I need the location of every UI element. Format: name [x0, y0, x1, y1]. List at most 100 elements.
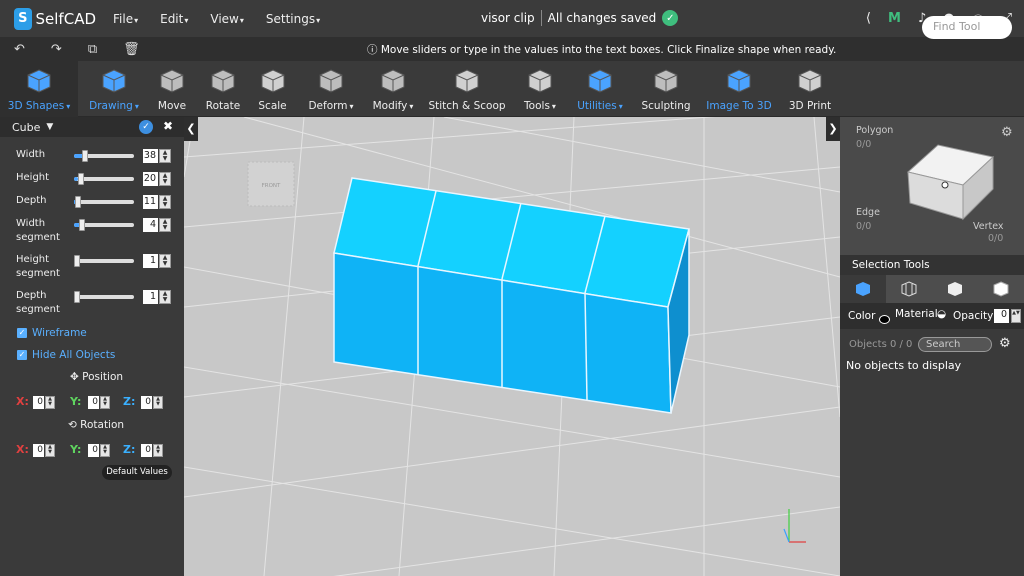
viewcube[interactable]: FRONT	[247, 161, 295, 207]
tool-image-to-3d[interactable]: Image To 3D	[697, 61, 781, 117]
gear-icon[interactable]: ⚙	[1001, 125, 1013, 140]
find-tool-input[interactable]: Find Tool	[922, 16, 1012, 39]
wireframe-checkbox[interactable]: ✓ Wireframe	[17, 327, 87, 339]
selfcad-logo[interactable]: S SelfCAD	[14, 7, 96, 30]
tool-sculpting[interactable]: Sculpting	[635, 61, 697, 117]
tool-tools[interactable]: Tools	[515, 61, 565, 117]
edge-label[interactable]: Edge	[856, 207, 880, 218]
menu-settings[interactable]: Settings	[255, 12, 331, 26]
collapse-left-panel-button[interactable]: ❮	[184, 117, 198, 141]
objects-gear-icon[interactable]: ⚙	[999, 336, 1011, 351]
param-slider[interactable]	[74, 291, 134, 303]
project-name[interactable]: visor clip	[481, 11, 535, 25]
param-slider[interactable]	[74, 219, 134, 231]
material-icon[interactable]: ◒	[937, 308, 946, 320]
cube-object[interactable]	[333, 177, 690, 414]
rotation-label: Rotation	[80, 419, 125, 431]
rotation-z-stepper[interactable]: ▲ ▼	[153, 444, 163, 457]
tool-3d-print[interactable]: 3D Print	[781, 61, 839, 117]
3d-viewport[interactable]: FRONT	[184, 117, 840, 576]
rotation-z-input[interactable]: 0	[141, 444, 152, 457]
param-slider[interactable]	[74, 150, 134, 162]
tab-solid-icon[interactable]	[932, 275, 978, 303]
slider-knob[interactable]	[74, 255, 80, 267]
param-value-input[interactable]: 1	[143, 254, 158, 268]
object-search-input[interactable]: Search	[918, 337, 992, 352]
color-swatch[interactable]	[879, 315, 890, 324]
tool-label: Drawing	[89, 100, 139, 112]
tool-label: Deform	[308, 100, 353, 112]
tool-deform[interactable]: Deform	[295, 61, 367, 117]
param-value-input[interactable]: 38	[143, 149, 158, 163]
position-y-input[interactable]: 0	[88, 396, 99, 409]
position-x-stepper[interactable]: ▲ ▼	[45, 396, 55, 409]
rotation-x-input[interactable]: 0	[33, 444, 44, 457]
param-slider[interactable]	[74, 255, 134, 267]
menu-view[interactable]: View	[199, 12, 255, 26]
tool-modify[interactable]: Modify	[367, 61, 419, 117]
param-value-input[interactable]: 1	[143, 290, 158, 304]
param-value-input[interactable]: 11	[143, 195, 158, 209]
param-value-input[interactable]: 20	[143, 172, 158, 186]
param-stepper[interactable]: ▲ ▼	[159, 290, 171, 304]
tab-object-icon[interactable]	[840, 275, 886, 303]
trash-icon[interactable]: 🗑	[123, 42, 140, 57]
tool-scale[interactable]: Scale	[250, 61, 295, 117]
scene-canvas[interactable]: FRONT	[184, 117, 840, 576]
rotation-y-stepper[interactable]: ▲ ▼	[100, 444, 110, 457]
vertex-label[interactable]: Vertex	[973, 221, 1004, 232]
param-label: Height	[16, 172, 50, 183]
m-logo-icon[interactable]: M	[888, 11, 901, 30]
param-slider[interactable]	[74, 196, 134, 208]
tab-sphere-icon[interactable]	[978, 275, 1024, 303]
undo-icon[interactable]: ↶	[14, 42, 25, 57]
param-slider[interactable]	[74, 173, 134, 185]
tab-mesh-icon[interactable]	[886, 275, 932, 303]
position-z-input[interactable]: 0	[141, 396, 152, 409]
slider-knob[interactable]	[79, 219, 86, 231]
logo-text: SelfCAD	[35, 9, 96, 28]
copy-icon[interactable]: ⧉	[88, 42, 97, 57]
tool-3d-shapes[interactable]: 3D Shapes	[0, 61, 78, 117]
position-y-stepper[interactable]: ▲ ▼	[100, 396, 110, 409]
expand-right-panel-button[interactable]: ❯	[826, 117, 840, 141]
slider-knob[interactable]	[75, 196, 82, 208]
hide-all-objects-checkbox[interactable]: ✓ Hide All Objects	[17, 349, 115, 361]
slider-knob[interactable]	[82, 150, 89, 162]
param-value-input[interactable]: 4	[143, 218, 158, 232]
close-icon[interactable]: ✖	[163, 119, 173, 133]
param-stepper[interactable]: ▲ ▼	[159, 149, 171, 163]
polygon-label[interactable]: Polygon	[856, 125, 893, 136]
position-z-stepper[interactable]: ▲ ▼	[153, 396, 163, 409]
param-stepper[interactable]: ▲ ▼	[159, 218, 171, 232]
selection-mode-cube-icon[interactable]	[898, 137, 998, 221]
shape-selector[interactable]: Cube ▼ ✓ ✖	[0, 117, 184, 137]
slider-knob[interactable]	[74, 291, 80, 303]
default-values-button[interactable]: Default Values	[102, 465, 172, 480]
rotation-y-input[interactable]: 0	[88, 444, 99, 457]
menu-file[interactable]: File	[102, 12, 149, 26]
tool-utilities[interactable]: Utilities	[565, 61, 635, 117]
menu-edit[interactable]: Edit	[149, 12, 199, 26]
rotation-heading: ⟲ Rotation	[68, 419, 124, 431]
param-stepper[interactable]: ▲ ▼	[159, 254, 171, 268]
position-y-axis-label: Y:	[70, 395, 82, 408]
tool-stitch-scoop[interactable]: Stitch & Scoop	[419, 61, 515, 117]
position-label: Position	[82, 371, 124, 383]
finalize-check-icon[interactable]: ✓	[139, 120, 153, 134]
share-icon[interactable]: ⟨	[866, 11, 871, 30]
sculpting-icon	[653, 68, 679, 94]
slider-knob[interactable]	[77, 173, 84, 185]
param-stepper[interactable]: ▲ ▼	[159, 172, 171, 186]
opacity-input[interactable]: 0	[994, 309, 1009, 323]
opacity-stepper[interactable]: ▲▼	[1011, 309, 1021, 323]
hint-text: Move sliders or type in the values into …	[380, 44, 837, 56]
redo-icon[interactable]: ↷	[51, 42, 62, 57]
rotation-x-stepper[interactable]: ▲ ▼	[45, 444, 55, 457]
tool-drawing[interactable]: Drawing	[80, 61, 148, 117]
tool-rotate[interactable]: Rotate	[196, 61, 250, 117]
position-x-input[interactable]: 0	[33, 396, 44, 409]
tool-move[interactable]: Move	[148, 61, 196, 117]
param-stepper[interactable]: ▲ ▼	[159, 195, 171, 209]
info-icon: ⓘ	[367, 44, 381, 56]
